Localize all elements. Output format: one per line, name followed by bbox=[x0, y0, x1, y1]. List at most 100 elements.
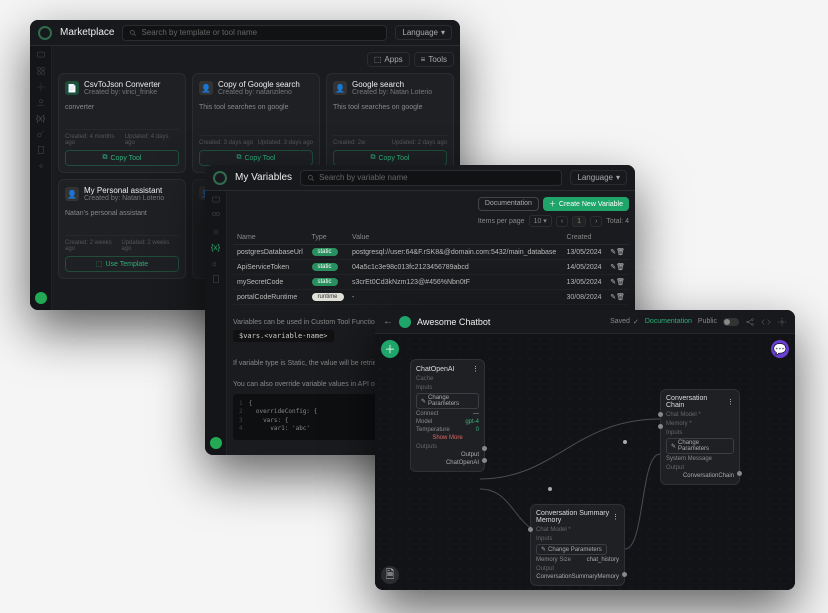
col-name: Name bbox=[233, 231, 308, 245]
chat-icon[interactable] bbox=[36, 50, 46, 60]
delete-icon[interactable]: 🗑 bbox=[616, 264, 625, 271]
grid-icon[interactable] bbox=[36, 66, 46, 76]
create-variable-button[interactable]: ＋ Create New Variable bbox=[543, 197, 629, 211]
col-created: Created bbox=[563, 231, 606, 245]
output-port[interactable] bbox=[622, 572, 627, 577]
items-per-page-select[interactable]: 10 ▾ bbox=[529, 215, 552, 227]
tool-card[interactable]: 📄 CsvToJson Converter Created by: virici… bbox=[58, 73, 186, 173]
public-toggle[interactable] bbox=[723, 318, 739, 326]
app-logo bbox=[213, 171, 227, 185]
key-icon[interactable] bbox=[211, 258, 221, 268]
output-port-label: Output bbox=[461, 452, 479, 458]
use-template-button[interactable]: ⬚Use Template bbox=[65, 256, 179, 272]
node-memory[interactable]: Conversation Summary Memory⋮ Chat Model … bbox=[530, 504, 625, 586]
flow-window: ← Awesome Chatbot Saved ✓ Documentation … bbox=[375, 310, 795, 590]
topbar: Marketplace Search by template or tool n… bbox=[30, 20, 460, 46]
doc-icon[interactable] bbox=[36, 145, 46, 155]
col-type: Type bbox=[308, 231, 348, 245]
key-icon[interactable] bbox=[36, 129, 46, 139]
search-placeholder: Search by template or tool name bbox=[141, 28, 257, 37]
delete-icon[interactable]: 🗑 bbox=[616, 294, 625, 301]
add-node-button[interactable]: ＋ bbox=[381, 340, 399, 358]
change-parameters-button[interactable]: ✎ Change Parameters bbox=[536, 544, 607, 555]
topbar: My Variables Search by variable name Lan… bbox=[205, 165, 635, 191]
delete-icon[interactable]: 🗑 bbox=[616, 279, 625, 286]
input-port[interactable] bbox=[658, 412, 663, 417]
template-card[interactable]: 👤 My Personal assistant Created by: Nata… bbox=[58, 179, 186, 279]
search-placeholder: Search by variable name bbox=[319, 173, 408, 182]
type-badge: static bbox=[312, 248, 338, 256]
node-menu-icon[interactable]: ⋮ bbox=[727, 398, 734, 406]
avatar-icon: 👤 bbox=[199, 81, 213, 95]
col-value: Value bbox=[348, 231, 563, 245]
variables-table: Name Type Value Created postgresDatabase… bbox=[233, 231, 629, 305]
tool-card[interactable]: 👤 Copy of Google search Created by: nata… bbox=[192, 73, 320, 173]
users-icon[interactable] bbox=[36, 98, 46, 108]
language-button[interactable]: Language▾ bbox=[570, 170, 627, 185]
flow-title: Awesome Chatbot bbox=[417, 317, 490, 327]
code-icon[interactable] bbox=[761, 317, 771, 327]
user-avatar[interactable] bbox=[35, 292, 47, 304]
copy-icon: ⧉ bbox=[370, 154, 375, 162]
tools-filter[interactable]: ≡ Tools bbox=[414, 52, 454, 67]
table-row: mySecretCode static s3crEt0Cd3kNzm123@#4… bbox=[233, 275, 629, 290]
user-avatar[interactable] bbox=[210, 437, 222, 449]
variables-icon[interactable]: {x} bbox=[211, 243, 220, 252]
output-port[interactable] bbox=[482, 458, 487, 463]
page-title: My Variables bbox=[235, 172, 292, 183]
show-more-link[interactable]: Show More bbox=[416, 435, 479, 441]
change-parameters-button[interactable]: ✎ Change Parameters bbox=[416, 393, 479, 409]
input-port[interactable] bbox=[658, 424, 663, 429]
app-logo bbox=[38, 26, 52, 40]
table-row: postgresDatabaseUrl static postgresql://… bbox=[233, 245, 629, 260]
node-chain[interactable]: Conversation Chain⋮ Chat Model * Memory … bbox=[660, 389, 740, 485]
search-input[interactable]: Search by template or tool name bbox=[122, 25, 387, 41]
output-port-label: ConversationSummaryMemory bbox=[536, 574, 619, 580]
tool-icon[interactable] bbox=[36, 82, 46, 92]
chat-fab[interactable]: 💬 bbox=[771, 340, 789, 358]
copy-tool-button[interactable]: ⧉Copy Tool bbox=[65, 150, 179, 166]
flow-canvas[interactable]: ＋ 💬 🗎 ChatOpenAI⋮ Cache Inputs ✎ Change … bbox=[375, 334, 795, 590]
grid-icon[interactable] bbox=[211, 211, 221, 221]
input-port[interactable] bbox=[528, 527, 533, 532]
sidebar: {x} bbox=[205, 191, 227, 455]
copy-tool-button[interactable]: ⧉Copy Tool bbox=[199, 150, 313, 166]
chat-icon[interactable] bbox=[211, 195, 221, 205]
tool-icon[interactable] bbox=[211, 227, 221, 237]
copy-tool-button[interactable]: ⧉Copy Tool bbox=[333, 150, 447, 166]
next-page-button[interactable]: › bbox=[590, 216, 602, 227]
output-port[interactable] bbox=[737, 471, 742, 476]
doc-icon[interactable] bbox=[211, 274, 221, 284]
node-menu-icon[interactable]: ⋮ bbox=[472, 365, 479, 373]
node-chatopenai[interactable]: ChatOpenAI⋮ Cache Inputs ✎ Change Parame… bbox=[410, 359, 485, 472]
documentation-button[interactable]: Documentation bbox=[478, 197, 539, 211]
type-badge: runtime bbox=[312, 293, 344, 301]
prev-page-button[interactable]: ‹ bbox=[556, 216, 568, 227]
documentation-link[interactable]: Documentation bbox=[645, 318, 692, 325]
chevron-down-icon: ▾ bbox=[616, 173, 620, 182]
node-menu-icon[interactable]: ⋮ bbox=[612, 513, 619, 521]
output-port[interactable] bbox=[482, 446, 487, 451]
tool-card[interactable]: 👤 Google search Created by: Natan Loteri… bbox=[326, 73, 454, 173]
language-button[interactable]: Language ▾ bbox=[395, 25, 452, 40]
search-icon bbox=[307, 174, 315, 182]
share-icon[interactable] bbox=[745, 317, 755, 327]
copy-icon: ⧉ bbox=[236, 154, 241, 162]
page-number[interactable]: 1 bbox=[572, 216, 586, 227]
change-parameters-button[interactable]: ✎ Change Parameters bbox=[666, 438, 734, 454]
avatar-icon: 👤 bbox=[65, 187, 79, 201]
public-toggle-label: Public bbox=[698, 318, 717, 325]
variables-icon[interactable]: {x} bbox=[36, 114, 45, 123]
sidebar: {x} bbox=[30, 46, 52, 310]
table-row: portalCodeRuntime runtime - 30/08/2024 ✎… bbox=[233, 290, 629, 305]
type-badge: static bbox=[312, 263, 338, 271]
export-button[interactable]: 🗎 bbox=[381, 566, 399, 584]
avatar-icon: 👤 bbox=[333, 81, 347, 95]
delete-icon[interactable]: 🗑 bbox=[616, 249, 625, 256]
type-badge: static bbox=[312, 278, 338, 286]
apps-filter[interactable]: ⬚ Apps bbox=[367, 52, 410, 67]
settings-icon[interactable] bbox=[36, 161, 46, 171]
settings-icon[interactable] bbox=[777, 317, 787, 327]
back-button[interactable]: ← bbox=[383, 316, 393, 327]
search-input[interactable]: Search by variable name bbox=[300, 170, 562, 186]
